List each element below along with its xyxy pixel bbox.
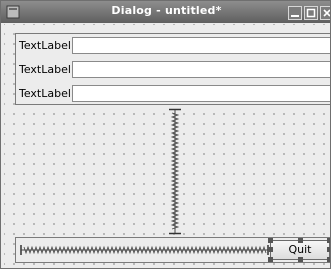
line-edit[interactable] [72, 61, 330, 78]
line-edit[interactable] [72, 37, 330, 54]
resize-handle[interactable] [298, 257, 303, 262]
text-label[interactable]: TextLabel [19, 39, 71, 52]
window-title: Dialog - untitled* [111, 4, 222, 17]
resize-handle[interactable] [327, 257, 330, 262]
resize-handle[interactable] [327, 238, 330, 243]
maximize-icon [304, 6, 318, 20]
resize-handle[interactable] [268, 247, 273, 252]
minimize-icon [288, 6, 302, 20]
maximize-button[interactable] [304, 5, 318, 20]
button-layout-frame[interactable]: Quit [15, 237, 330, 263]
form-row: TextLabel [16, 85, 330, 103]
text-label[interactable]: TextLabel [19, 87, 71, 100]
resize-handle[interactable] [298, 238, 303, 243]
resize-handle[interactable] [268, 238, 273, 243]
resize-handle[interactable] [327, 247, 330, 252]
vertical-spacer[interactable] [166, 108, 184, 235]
resize-handle[interactable] [268, 257, 273, 262]
close-button[interactable] [320, 5, 330, 20]
title-bar[interactable]: Dialog - untitled* [1, 1, 330, 23]
form-layout-frame[interactable]: TextLabel TextLabel TextLabel [15, 33, 330, 105]
horizontal-spacer[interactable] [20, 243, 270, 257]
close-icon [320, 6, 330, 20]
text-label[interactable]: TextLabel [19, 63, 71, 76]
form-row: TextLabel [16, 61, 330, 79]
designer-window: Dialog - untitled* TextLabel TextLabel T… [0, 0, 331, 269]
minimize-button[interactable] [288, 5, 302, 20]
form-row: TextLabel [16, 37, 330, 55]
line-edit[interactable] [72, 85, 330, 102]
